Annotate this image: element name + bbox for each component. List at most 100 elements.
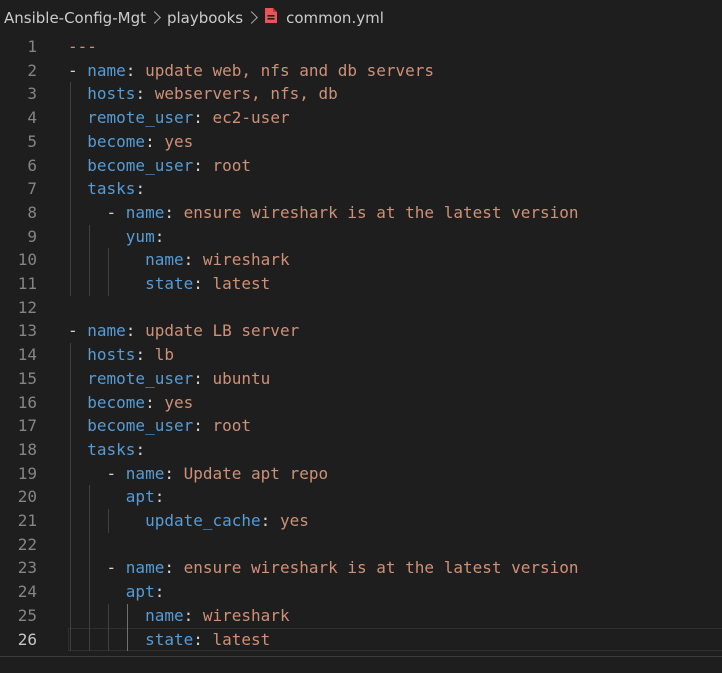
code-line[interactable]: 12 [0,296,722,320]
breadcrumb-item-subfolder[interactable]: playbooks [167,9,243,27]
yaml-value: ec2-user [212,108,290,128]
yaml-key: name [125,463,165,483]
list-dash: - [106,558,126,578]
code-line[interactable]: 11 state: latest [0,272,722,296]
code-line[interactable]: 26 state: latest [0,628,722,652]
yaml-key: apt [125,582,155,602]
yaml-key: state [145,629,194,649]
code-line[interactable]: 25 name: wireshark [0,604,722,628]
line-text: name: wireshark [68,248,290,272]
line-number: 15 [17,368,37,388]
colon: : [193,155,203,175]
yaml-value: ubuntu [212,368,271,388]
code-line[interactable]: 23 - name: ensure wireshark is at the la… [0,556,722,580]
code-line[interactable]: 15 remote_user: ubuntu [0,367,722,391]
code-line[interactable]: 6 become_user: root [0,154,722,178]
breadcrumb-item-file[interactable]: common.yml [286,9,384,27]
yaml-value: webservers, nfs, db [154,84,338,104]
colon: : [193,368,203,388]
yaml-key: name [125,202,165,222]
line-text: - name: ensure wireshark is at the lates… [68,201,579,225]
code-line[interactable]: 10 name: wireshark [0,248,722,272]
line-number: 3 [27,84,37,104]
list-dash: - [106,202,126,222]
code-line[interactable]: 9 yum: [0,225,722,249]
yaml-value: update web, nfs and db servers [145,60,435,80]
line-number: 19 [17,463,37,483]
yaml-value: root [212,416,252,436]
line-text: - name: ensure wireshark is at the lates… [68,556,579,580]
colon: : [135,439,146,459]
yaml-key: name [145,250,184,270]
code-line[interactable]: 19 - name: Update apt repo [0,462,722,486]
code-line[interactable]: 24 apt: [0,580,722,604]
line-number: 16 [17,392,37,412]
code-line[interactable]: 5 become: yes [0,130,722,154]
colon: : [125,321,136,341]
line-number: 10 [17,250,37,270]
code-line[interactable]: 16 become: yes [0,391,722,415]
yaml-value: yes [279,511,309,530]
code-line[interactable]: 18 tasks: [0,438,722,462]
colon: : [154,487,165,507]
yaml-key: remote_user [87,108,194,128]
code-line[interactable]: 8 - name: ensure wireshark is at the lat… [0,201,722,225]
code-line[interactable]: 1 --- [0,35,722,59]
code-line[interactable]: 2 - name: update web, nfs and db servers [0,59,722,83]
yaml-value: update LB server [145,321,300,341]
colon: : [183,605,194,625]
yaml-key: become [87,131,146,151]
code-line[interactable]: 20 apt: [0,485,722,509]
yaml-key: become [87,392,146,412]
code-line[interactable]: 13 - name: update LB server [0,319,722,343]
colon: : [260,511,271,530]
line-number: 5 [27,131,37,151]
yaml-key: name [145,605,184,625]
line-number: 2 [27,60,37,80]
code-line[interactable]: 7 tasks: [0,177,722,201]
code-line[interactable]: 3 hosts: webservers, nfs, db [0,82,722,106]
code-line[interactable]: 17 become_user: root [0,414,722,438]
editor-bottom-border [0,656,722,657]
yaml-value: wireshark [202,250,290,270]
line-number: 11 [17,274,37,293]
yaml-key: state [145,274,194,293]
line-text: --- [68,35,97,59]
colon: : [135,179,146,199]
yaml-value: ensure wireshark is at the latest versio… [183,202,579,222]
yaml-key: name [87,321,126,341]
line-text: remote_user: ec2-user [68,106,290,130]
code-area[interactable]: 1 --- 2- name: update web, nfs and db serv… [0,35,722,654]
line-number: 6 [27,155,37,175]
line-text: yum: [68,225,165,249]
code-line[interactable]: 14 hosts: lb [0,343,722,367]
code-line[interactable]: 4 remote_user: ec2-user [0,106,722,130]
breadcrumb-item-folder[interactable]: Ansible-Config-Mgt [4,9,146,27]
colon: : [145,131,155,151]
line-text: remote_user: ubuntu [68,367,270,391]
colon: : [183,250,194,270]
line-text: state: latest [68,628,270,652]
line-text: apt: [68,485,165,509]
code-editor[interactable]: Ansible-Config-Mgt playbooks common.yml … [0,0,722,673]
code-line[interactable]: 22 [0,533,722,557]
code-line[interactable]: 21 update_cache: yes [0,509,722,533]
line-number: 22 [17,534,37,554]
